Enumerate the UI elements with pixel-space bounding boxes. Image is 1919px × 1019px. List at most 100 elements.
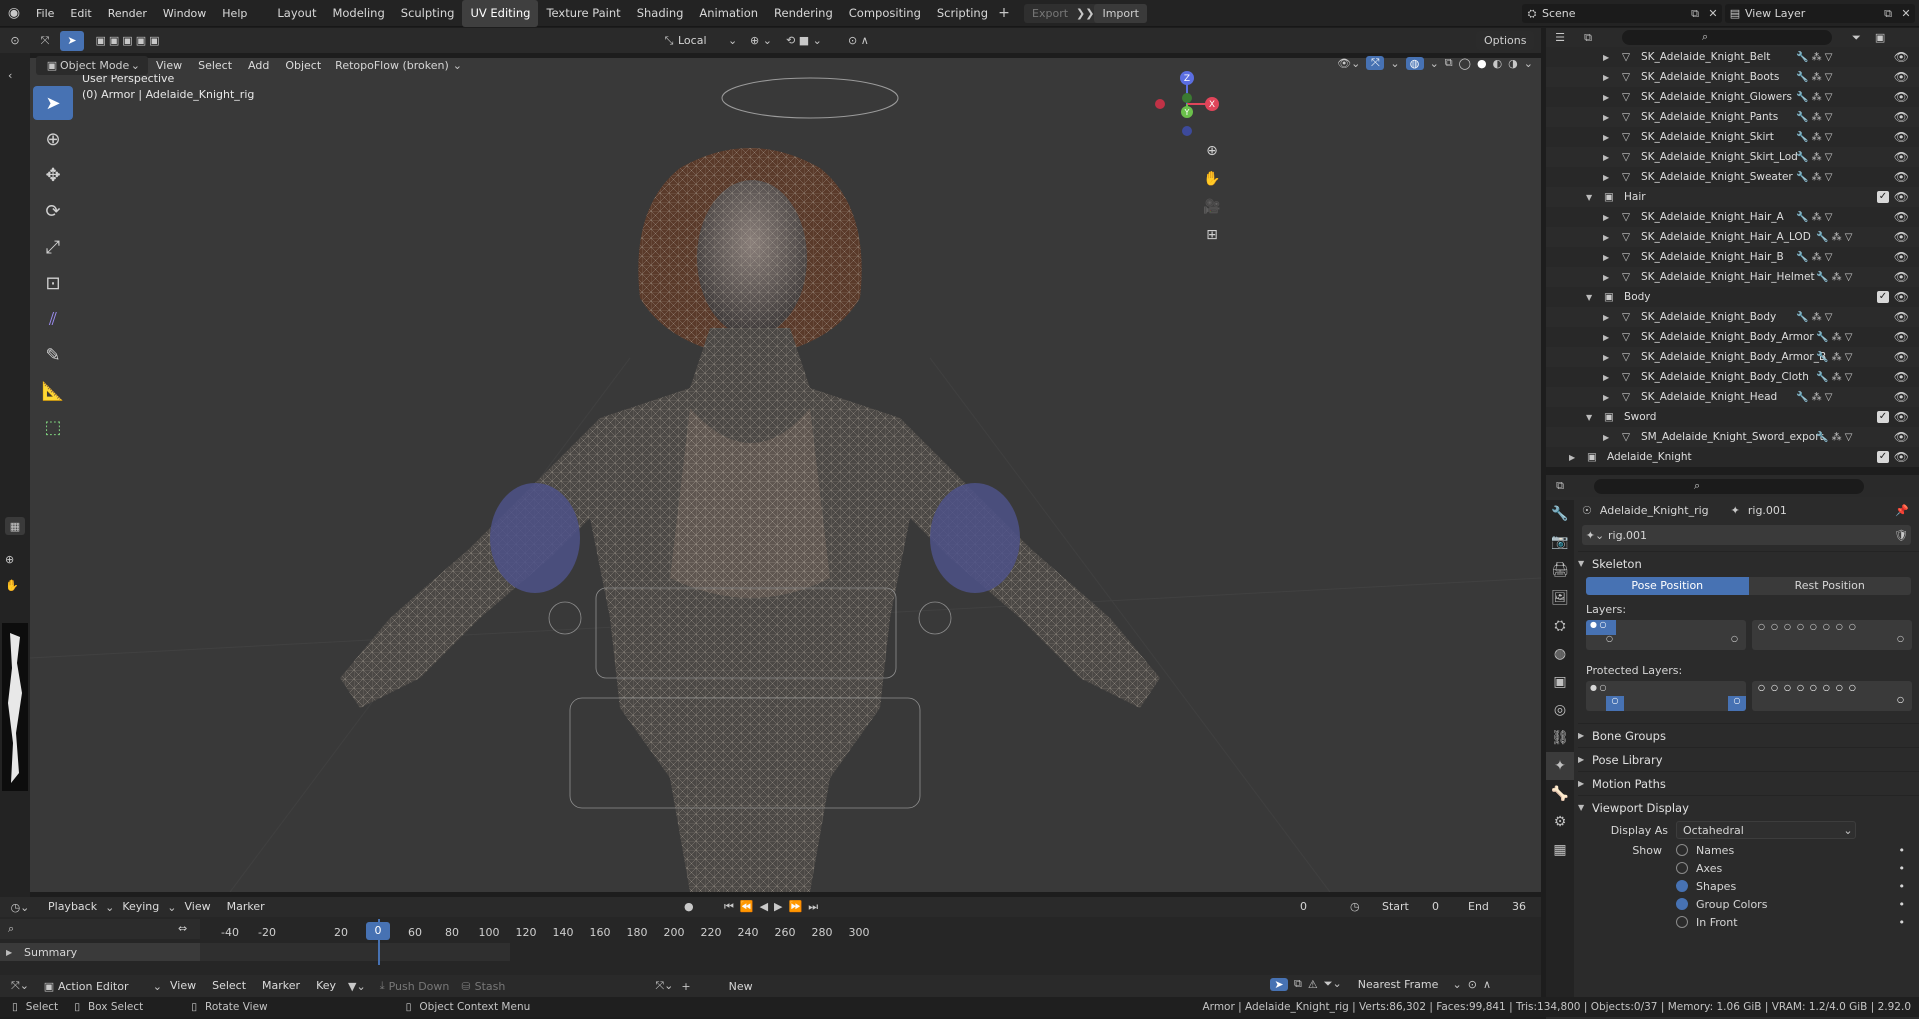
select-box-tool-icon[interactable]: ➤ bbox=[33, 86, 73, 120]
tab-scripting[interactable]: Scripting bbox=[929, 0, 996, 27]
transform-tool-icon[interactable]: ⤧ bbox=[30, 34, 60, 48]
outliner-search-input[interactable]: ⌕ bbox=[1622, 30, 1832, 45]
expand-icon[interactable]: ▶ bbox=[1603, 93, 1613, 102]
record-icon[interactable]: ● bbox=[684, 900, 694, 913]
mode-dropdown[interactable]: ▣ Object Mode ⌄ bbox=[36, 56, 148, 75]
outliner-row[interactable]: ▶ ▽ SK_Adelaide_Knight_Hair_A 🔧 ⁂ ▽ 👁 bbox=[1546, 207, 1919, 227]
close-icon[interactable]: ✕ bbox=[1704, 7, 1722, 20]
chevron-down-icon[interactable]: ⌄ bbox=[1430, 57, 1439, 70]
view-layer-tab-icon[interactable]: 🖼 bbox=[1546, 584, 1574, 612]
tab-layout[interactable]: Layout bbox=[269, 0, 324, 27]
view-layer-selector[interactable]: ▤ View Layer ⧉ ✕ bbox=[1725, 4, 1915, 23]
rotate-tool-icon[interactable]: ⟳ bbox=[33, 194, 73, 228]
new-collection-icon[interactable]: ▣ bbox=[1875, 31, 1885, 44]
collapse-arrow-icon[interactable]: ‹ bbox=[8, 69, 12, 82]
bone-constraints-tab-icon[interactable]: ⚙ bbox=[1546, 808, 1574, 836]
expand-icon[interactable]: ▶ bbox=[1603, 173, 1613, 182]
show-checkbox[interactable] bbox=[1676, 862, 1688, 874]
protected-block-a[interactable]: ● ○ ○ ○ bbox=[1586, 681, 1746, 711]
vp-menu-select[interactable]: Select bbox=[190, 53, 240, 78]
expand-icon[interactable]: ▶ bbox=[1569, 453, 1579, 462]
grid-icon[interactable]: ⊞ bbox=[1200, 222, 1224, 248]
outliner-row[interactable]: ▶ ▣ Adelaide_Knight ✓ 👁 bbox=[1546, 447, 1919, 467]
tool-tab-icon[interactable]: 🔧 bbox=[1546, 500, 1574, 528]
expand-icon[interactable]: ▼ bbox=[1586, 413, 1596, 422]
proportional-edit-icon[interactable]: ⊙ ∧ bbox=[848, 34, 869, 47]
zoom-icon[interactable]: ⊕ bbox=[5, 553, 14, 566]
modifier-icons[interactable]: 🔧 ⁂ ▽ bbox=[1796, 212, 1833, 223]
channel-search[interactable]: ⌕ ⇔ bbox=[0, 919, 200, 939]
eye-icon[interactable]: 👁 bbox=[1894, 210, 1909, 224]
pin-icon[interactable]: 📌 bbox=[1895, 504, 1909, 517]
expand-icon[interactable]: ▶ bbox=[1603, 73, 1613, 82]
action-menu-marker[interactable]: Marker bbox=[254, 975, 308, 997]
outliner-row[interactable]: ▶ ▽ SK_Adelaide_Knight_Skirt 🔧 ⁂ ▽ 👁 bbox=[1546, 127, 1919, 147]
eye-icon[interactable]: 👁 bbox=[1894, 50, 1909, 64]
eye-icon[interactable]: 👁 bbox=[1894, 230, 1909, 244]
playhead-frame[interactable]: 0 bbox=[366, 922, 390, 940]
3d-viewport[interactable]: User Perspective (0) Armor | Adelaide_Kn… bbox=[30, 58, 1541, 892]
show-checkbox[interactable] bbox=[1676, 844, 1688, 856]
layer-protected-cell[interactable]: ○ bbox=[1606, 696, 1624, 711]
filter-icon[interactable]: ▼⌄ bbox=[348, 980, 366, 993]
show-option-axes[interactable]: Axes • bbox=[1586, 859, 1919, 877]
expand-icon[interactable]: ▶ bbox=[1603, 213, 1613, 222]
outliner-row[interactable]: ▶ ▽ SK_Adelaide_Knight_Hair_Helmet 🔧 ⁂ ▽ 👁 bbox=[1546, 267, 1919, 287]
exclude-checkbox[interactable]: ✓ bbox=[1877, 291, 1889, 303]
show-checkbox[interactable] bbox=[1676, 880, 1688, 892]
falloff-icon[interactable]: ∧ bbox=[1483, 978, 1491, 991]
material-shading-icon[interactable]: ◐ bbox=[1493, 57, 1503, 70]
expand-icon[interactable]: ▼ bbox=[1586, 193, 1596, 202]
eye-icon[interactable]: 👁 bbox=[1894, 150, 1909, 164]
modifier-icons[interactable]: 🔧 ⁂ ▽ bbox=[1816, 272, 1853, 283]
eye-icon[interactable]: 👁 bbox=[1894, 450, 1909, 464]
exclude-checkbox[interactable]: ✓ bbox=[1877, 191, 1889, 203]
expand-icon[interactable]: ▶ bbox=[1603, 393, 1613, 402]
dopesheet-editor-icon[interactable]: ⤧⌄ bbox=[0, 979, 40, 993]
outliner-row[interactable]: ▼ ▣ Hair ✓ 👁 bbox=[1546, 187, 1919, 207]
expand-icon[interactable]: ▶ bbox=[1603, 333, 1613, 342]
panel-header-motion-paths[interactable]: ▶ Motion Paths bbox=[1578, 771, 1919, 795]
add-workspace-icon[interactable]: + bbox=[996, 5, 1012, 21]
start-value[interactable]: 0 bbox=[1432, 900, 1439, 913]
datablock-selector[interactable]: ✦⌄ rig.001 🛡 bbox=[1582, 525, 1911, 545]
eye-icon[interactable]: 👁 bbox=[1894, 270, 1909, 284]
layers-block-a[interactable]: ● ○ ○ ○ bbox=[1586, 620, 1746, 650]
only-selected-icon[interactable]: ➤ bbox=[1270, 977, 1288, 991]
wireframe-shading-icon[interactable]: ◯ bbox=[1459, 57, 1471, 70]
show-checkbox[interactable] bbox=[1676, 898, 1688, 910]
modifier-icons[interactable]: 🔧 ⁂ ▽ bbox=[1796, 392, 1833, 403]
render-tab-icon[interactable]: 📷 bbox=[1546, 528, 1574, 556]
blender-logo-icon[interactable]: ◉ bbox=[0, 5, 28, 21]
menu-render[interactable]: Render bbox=[100, 0, 155, 27]
eye-icon[interactable]: 👁 bbox=[1894, 170, 1909, 184]
expand-icon[interactable]: ▶ bbox=[1603, 133, 1613, 142]
select-tool-icon[interactable]: ➤ bbox=[60, 30, 84, 51]
expand-icon[interactable]: ▶ bbox=[1603, 353, 1613, 362]
outliner-row[interactable]: ▶ ▽ SK_Adelaide_Knight_Sweater 🔧 ⁂ ▽ 👁 bbox=[1546, 167, 1919, 187]
show-checkbox[interactable] bbox=[1676, 916, 1688, 928]
vp-menu-object[interactable]: Object bbox=[277, 53, 329, 78]
layer-cell[interactable]: ○ bbox=[1897, 695, 1904, 704]
outliner-row[interactable]: ▶ ▽ SK_Adelaide_Knight_Body_Armor 🔧 ⁂ ▽ 👁 bbox=[1546, 327, 1919, 347]
layer-cells[interactable]: ○○○○○○○○ bbox=[1758, 622, 1862, 631]
timeline-menu-keying[interactable]: Keying bbox=[114, 897, 167, 917]
outliner-row[interactable]: ▶ ▽ SK_Adelaide_Knight_Body_Cloth 🔧 ⁂ ▽ 👁 bbox=[1546, 367, 1919, 387]
expand-icon[interactable]: ▶ bbox=[1603, 253, 1613, 262]
zoom-icon[interactable]: ⊕ bbox=[1200, 138, 1224, 164]
eye-icon[interactable]: 👁 bbox=[1894, 290, 1909, 304]
exclude-checkbox[interactable]: ✓ bbox=[1877, 411, 1889, 423]
rendered-shading-icon[interactable]: ◑ bbox=[1508, 57, 1518, 70]
modifier-icons[interactable]: 🔧 ⁂ ▽ bbox=[1796, 112, 1833, 123]
modifier-icons[interactable]: 🔧 ⁂ ▽ bbox=[1816, 232, 1853, 243]
copy-icon[interactable]: ⧉ bbox=[1879, 7, 1897, 21]
keyframe-dot[interactable]: • bbox=[1899, 862, 1906, 875]
layer-cell[interactable]: ○ bbox=[1731, 634, 1738, 643]
panel-header-pose-library[interactable]: ▶ Pose Library bbox=[1578, 747, 1919, 771]
outliner-row[interactable]: ▶ ▽ SK_Adelaide_Knight_Body 🔧 ⁂ ▽ 👁 bbox=[1546, 307, 1919, 327]
eye-icon[interactable]: 👁 bbox=[1894, 110, 1909, 124]
timeline-menu-playback[interactable]: Playback bbox=[40, 897, 105, 917]
protected-layers-grid[interactable]: ● ○ ○ ○ ○○○○○○○○ ○ bbox=[1546, 681, 1919, 713]
draw-tool-icon[interactable]: ✎ bbox=[33, 338, 73, 372]
expand-icon[interactable]: ▶ bbox=[1603, 53, 1613, 62]
